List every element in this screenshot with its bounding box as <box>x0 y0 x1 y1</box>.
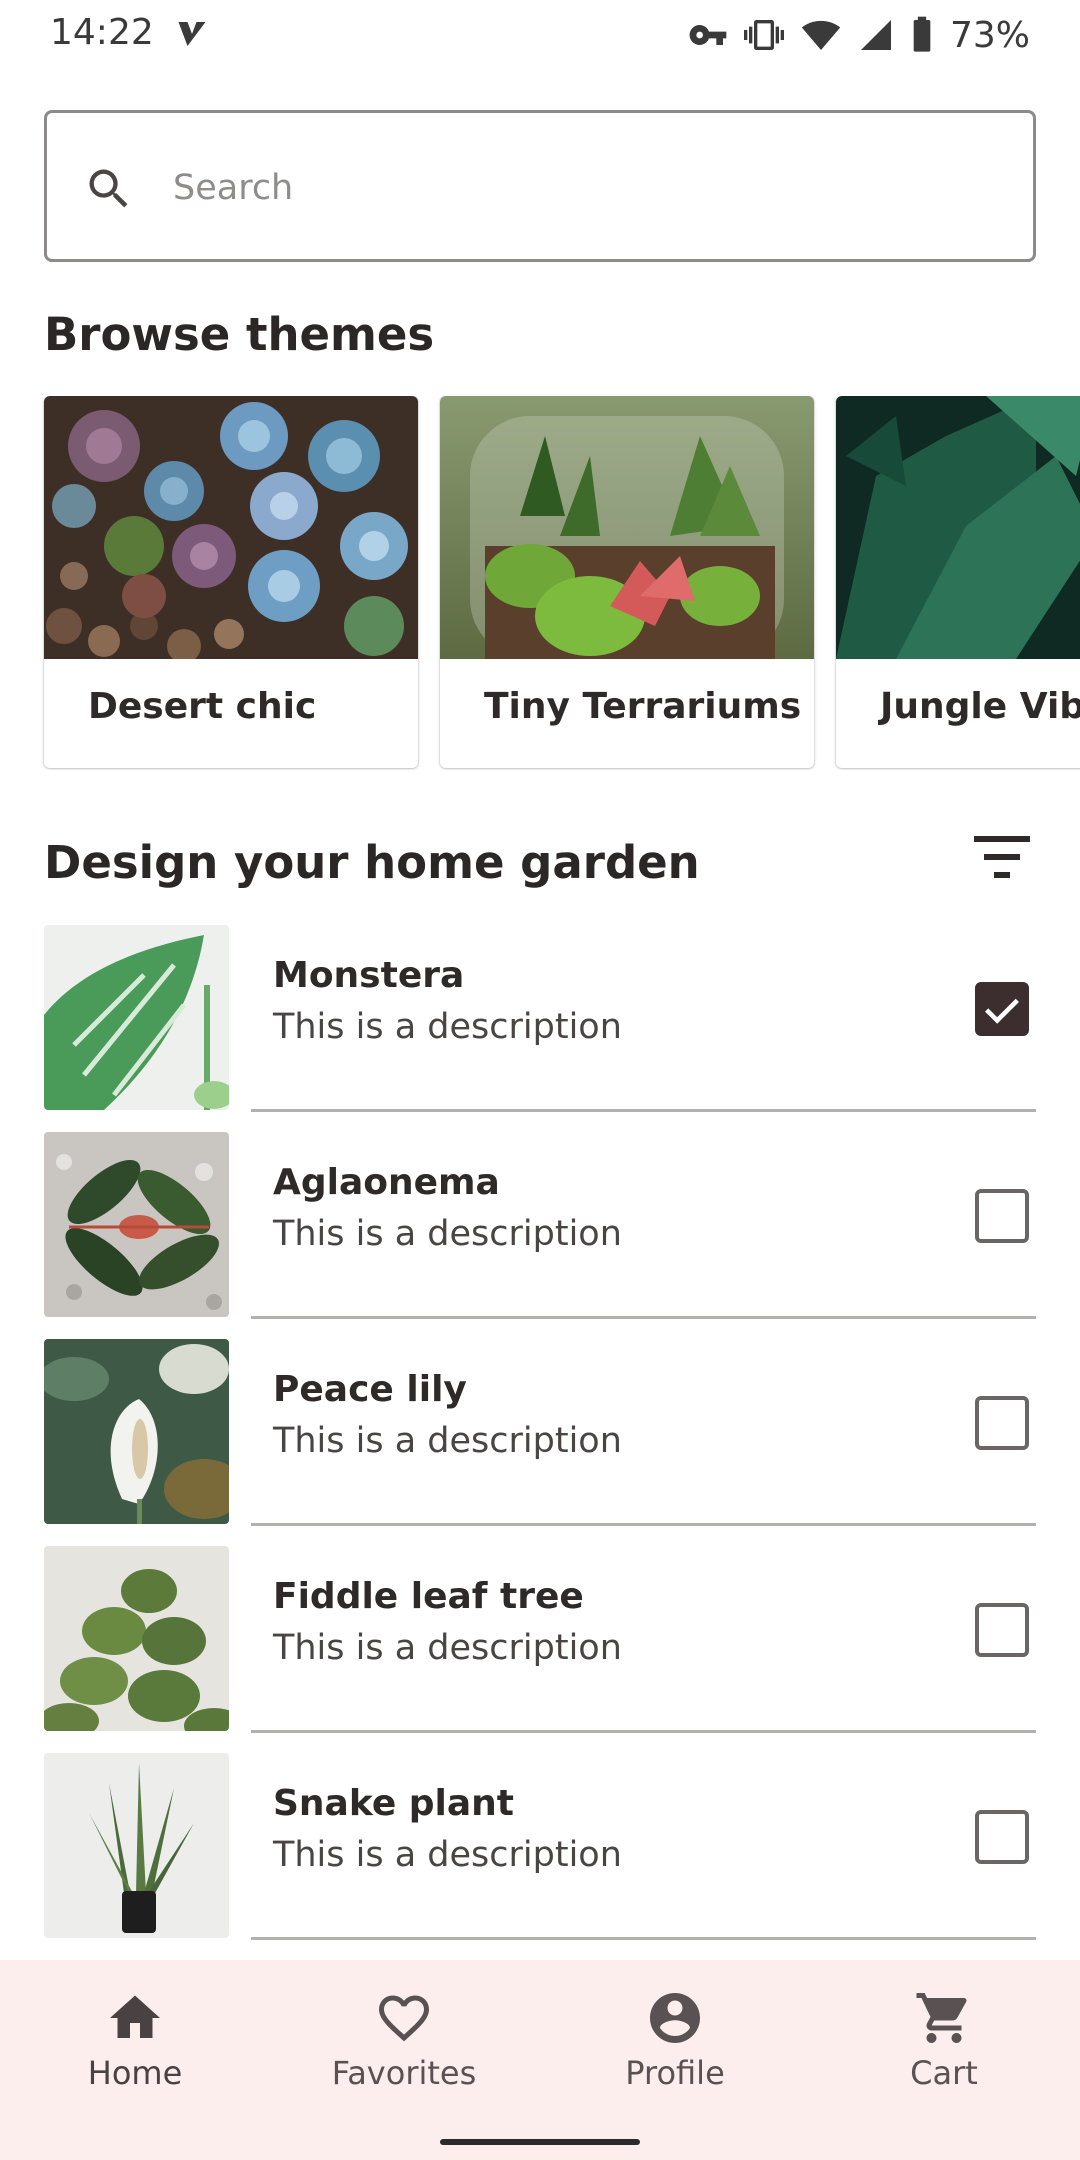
plant-checkbox[interactable] <box>975 1810 1029 1864</box>
app-notification-icon <box>178 22 206 46</box>
nav-item-cart[interactable]: Cart <box>834 1988 1054 2098</box>
search-input[interactable] <box>173 143 993 233</box>
plant-name: Snake plant <box>273 1783 515 1824</box>
plant-image-aglaonema <box>44 1132 229 1317</box>
design-garden-title: Design your home garden <box>44 836 700 889</box>
nav-label: Favorites <box>331 2054 477 2092</box>
theme-label: Desert chic <box>88 686 317 727</box>
nav-item-favorites[interactable]: Favorites <box>294 1988 514 2098</box>
plant-name: Monstera <box>273 955 465 996</box>
wifi-icon <box>801 20 841 50</box>
plant-image-peace-lily <box>44 1339 229 1524</box>
search-bar[interactable] <box>44 110 1036 262</box>
plant-description: This is a description <box>273 1628 622 1668</box>
divider <box>251 1523 1036 1526</box>
theme-label: Tiny Terrariums <box>484 686 802 727</box>
plant-list-item-aglaonema[interactable]: Aglaonema This is a description <box>0 1132 1080 1339</box>
home-icon <box>110 1995 160 2038</box>
cart-icon <box>916 1993 967 2043</box>
nav-item-home[interactable]: Home <box>25 1988 245 2098</box>
gesture-navigation-bar[interactable] <box>440 2139 640 2145</box>
plant-list-item-peace-lily[interactable]: Peace lily This is a description <box>0 1339 1080 1546</box>
heart-icon <box>379 1995 429 2042</box>
plant-list-item-fiddle-leaf-tree[interactable]: Fiddle leaf tree This is a description <box>0 1546 1080 1753</box>
plant-checkbox[interactable] <box>975 1603 1029 1657</box>
browse-themes-title: Browse themes <box>44 308 435 361</box>
plant-description: This is a description <box>273 1214 622 1254</box>
plant-name: Fiddle leaf tree <box>273 1576 584 1617</box>
vibrate-icon <box>743 20 784 50</box>
plant-list-item-monstera[interactable]: Monstera This is a description <box>0 925 1080 1132</box>
theme-label: Jungle Vibes <box>880 686 1080 727</box>
theme-card-jungle-vibes[interactable]: Jungle Vibes <box>836 396 1080 768</box>
plant-image-monstera <box>44 925 229 1110</box>
plant-description: This is a description <box>273 1007 622 1047</box>
theme-image-tiny-terrariums <box>440 396 814 659</box>
divider <box>251 1316 1036 1319</box>
theme-card-tiny-terrariums[interactable]: Tiny Terrariums <box>440 396 814 768</box>
filter-list-icon[interactable] <box>974 836 1030 880</box>
divider <box>251 1937 1036 1940</box>
plant-image-fiddle-leaf-tree <box>44 1546 229 1731</box>
cell-signal-icon <box>860 20 891 50</box>
plant-checkbox[interactable] <box>975 1396 1029 1450</box>
divider <box>251 1730 1036 1733</box>
nav-label: Home <box>87 2054 183 2092</box>
vpn-key-icon <box>689 25 727 45</box>
bottom-navigation: Home Favorites Profile Cart <box>0 1960 1080 2160</box>
status-bar: 14:22 73% <box>0 0 1080 70</box>
plant-checkbox[interactable] <box>975 1189 1029 1243</box>
plant-image-snake-plant <box>44 1753 229 1938</box>
status-icons: 73% <box>688 10 1030 60</box>
plant-description: This is a description <box>273 1835 622 1875</box>
search-icon <box>89 169 128 208</box>
plant-list-item-snake-plant[interactable]: Snake plant This is a description <box>0 1753 1080 1960</box>
plant-name: Aglaonema <box>273 1162 500 1203</box>
theme-card-desert-chic[interactable]: Desert chic <box>44 396 418 768</box>
plant-name: Peace lily <box>273 1369 467 1410</box>
battery-percentage: 73% <box>949 14 1030 56</box>
plant-checkbox[interactable] <box>975 982 1029 1036</box>
battery-icon <box>913 16 931 52</box>
plant-description: This is a description <box>273 1421 622 1461</box>
nav-label: Cart <box>910 2054 978 2092</box>
account-circle-icon <box>650 1993 700 2043</box>
nav-label: Profile <box>625 2054 725 2092</box>
nav-item-profile[interactable]: Profile <box>565 1988 785 2098</box>
theme-image-desert-chic <box>44 396 418 659</box>
status-time: 14:22 <box>50 12 154 53</box>
themes-carousel[interactable]: Desert chic Tiny Terrariums Jungle Vib <box>0 396 1080 770</box>
divider <box>251 1109 1036 1112</box>
theme-image-jungle-vibes <box>836 396 1080 659</box>
